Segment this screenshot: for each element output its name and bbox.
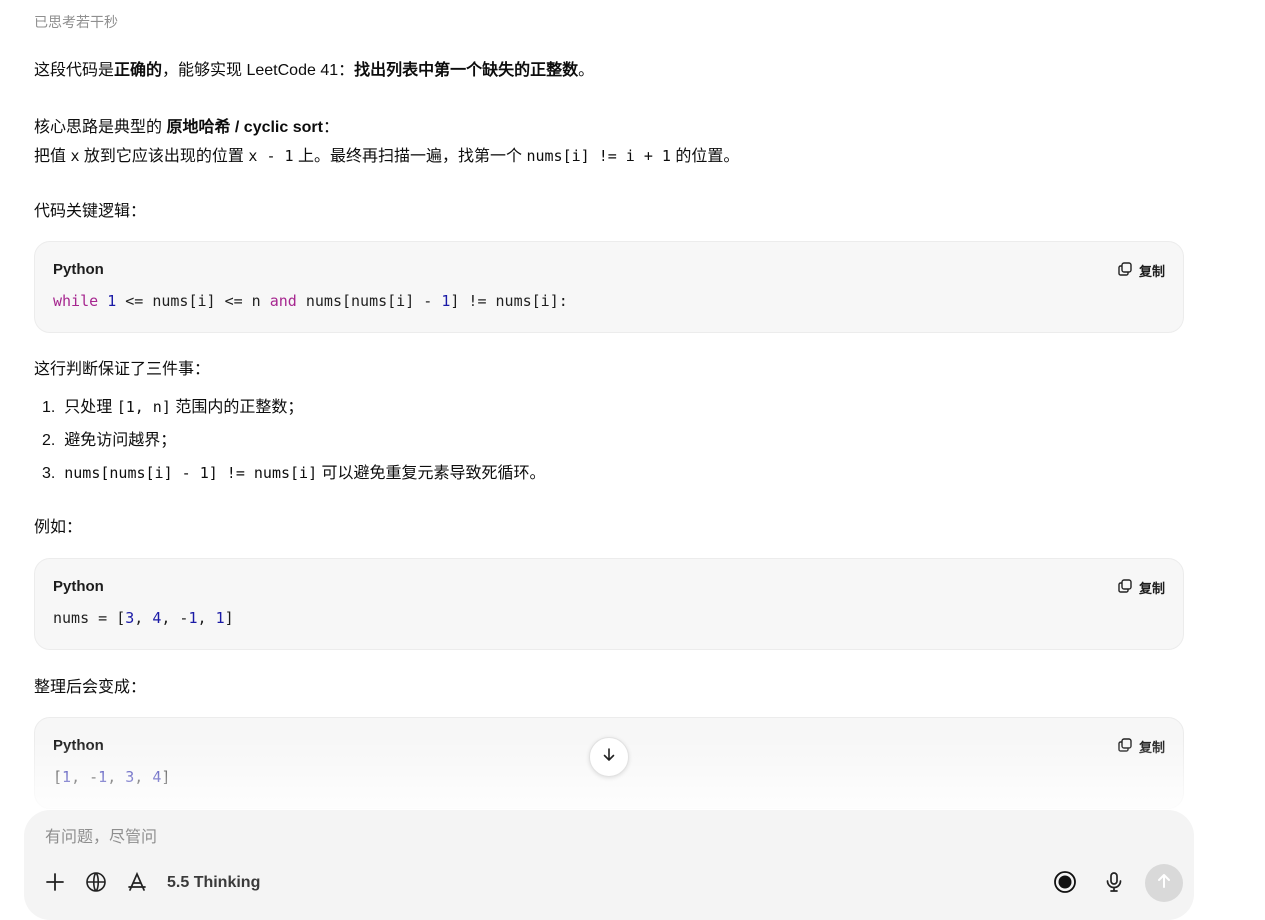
copy-button[interactable]: 复制 <box>1117 578 1165 597</box>
code-line: [1, -1, 3, 4] <box>53 768 170 786</box>
three-things-list: 1. 只处理 [1, n] 范围内的正整数； 2. 避免访问越界； 3. nums[… <box>42 391 546 490</box>
list-item: 3. nums[nums[i] - 1] != nums[i] 可以避免重复元素… <box>42 457 546 490</box>
list-text: 范围内的正整数； <box>170 399 304 416</box>
code-token: , <box>134 768 153 786</box>
inline-code: nums[i] != i + 1 <box>526 147 671 165</box>
text: 放到它应该出现的位置 <box>79 148 249 165</box>
code-token: , <box>197 609 216 627</box>
arrow-down-icon <box>601 747 617 768</box>
model-selector[interactable]: 5.5 Thinking <box>167 874 260 892</box>
web-search-button[interactable] <box>82 870 110 898</box>
code-block-1: Python 复制 while 1 <= nums[i] <= n and nu… <box>34 241 1184 333</box>
prompt-input[interactable] <box>43 828 947 848</box>
copy-icon <box>1117 261 1133 280</box>
list-number: 3. <box>42 465 65 482</box>
code-block-2: Python 复制 nums = [3, 4, -1, 1] <box>34 558 1184 650</box>
inline-code: [1, n] <box>116 398 171 416</box>
core-idea-line1: 核心思路是典型的 原地哈希 / cyclic sort： <box>34 114 339 142</box>
core-idea-colon: ： <box>322 119 339 136</box>
code-token: 1 <box>188 609 198 627</box>
plus-icon <box>44 871 66 898</box>
voice-mode-button[interactable] <box>1051 870 1079 898</box>
code-token: 3 <box>125 768 135 786</box>
list-number: 1. <box>42 399 65 416</box>
text: 的位置。 <box>670 148 740 165</box>
code-token: 1 <box>98 768 108 786</box>
text: 上。最终再扫描一遍，找第一个 <box>293 148 527 165</box>
inline-code: nums[nums[i] - 1] != nums[i] <box>64 464 318 482</box>
copy-label: 复制 <box>1138 264 1165 279</box>
code-token: nums = [ <box>53 609 126 627</box>
dictation-button[interactable] <box>1100 870 1128 898</box>
send-arrow-icon <box>1155 872 1173 895</box>
copy-button[interactable]: 复制 <box>1117 737 1165 756</box>
list-text: 避免访问越界； <box>64 432 177 449</box>
mic-icon <box>1103 871 1125 898</box>
inline-code: x - 1 <box>248 147 294 165</box>
intro-bold: 正确的 <box>114 62 163 79</box>
intro-text: 这段代码是 <box>34 62 115 79</box>
code-token: and <box>269 292 297 310</box>
copy-icon <box>1117 737 1133 756</box>
list-item: 1. 只处理 [1, n] 范围内的正整数； <box>42 391 546 424</box>
key-logic-heading: 代码关键逻辑： <box>34 203 147 220</box>
copy-label: 复制 <box>1138 740 1165 755</box>
copy-button[interactable]: 复制 <box>1117 261 1165 280</box>
intro-end: 。 <box>578 62 595 79</box>
code-token: 3 <box>125 609 135 627</box>
code-token: <= nums[i] <= n <box>116 292 270 310</box>
answer-intro: 这段代码是正确的，能够实现 LeetCode 41：找出列表中第一个缺失的正整数… <box>34 57 594 85</box>
code-token: while <box>53 292 99 310</box>
tools-button[interactable] <box>123 870 151 898</box>
code-token: nums[nums[i] - <box>296 292 442 310</box>
voice-mode-icon <box>1053 870 1077 899</box>
core-idea-bold: 原地哈希 / cyclic sort <box>166 119 323 136</box>
text: 把值 <box>34 148 71 165</box>
code-token: , <box>107 768 126 786</box>
code-token: [ <box>53 768 63 786</box>
add-attachment-button[interactable] <box>41 870 69 898</box>
list-item: 2. 避免访问越界； <box>42 424 546 457</box>
tools-icon <box>126 871 148 898</box>
scroll-to-bottom-button[interactable] <box>589 737 629 777</box>
copy-icon <box>1117 578 1133 597</box>
list-text: 只处理 <box>64 399 117 416</box>
code-line: nums = [3, 4, -1, 1] <box>53 609 234 627</box>
code-token: 1 <box>62 768 72 786</box>
three-things-heading: 这行判断保证了三件事： <box>34 361 211 378</box>
composer: 5.5 Thinking <box>24 810 1194 920</box>
core-idea-line2: 把值 x 放到它应该出现的位置 x - 1 上。最终再扫描一遍，找第一个 num… <box>34 142 739 171</box>
code-token: 1 <box>107 292 117 310</box>
list-text: 可以避免重复元素导致死循环。 <box>317 465 546 482</box>
example-heading: 例如： <box>34 519 83 536</box>
intro-bold-2: 找出列表中第一个缺失的正整数 <box>354 62 579 79</box>
code-token: ] != nums[i]: <box>450 292 568 310</box>
send-button[interactable] <box>1145 864 1183 902</box>
code-token: 1 <box>215 609 225 627</box>
code-token: ] <box>224 609 234 627</box>
code-token: , - <box>71 768 99 786</box>
code-token: , <box>134 609 153 627</box>
code-line: while 1 <= nums[i] <= n and nums[nums[i]… <box>53 292 568 310</box>
intro-text-2: ，能够实现 LeetCode 41： <box>162 62 355 79</box>
list-number: 2. <box>42 432 65 449</box>
code-language: Python <box>53 578 104 595</box>
thinking-label[interactable]: 已思考若干秒 <box>34 12 118 32</box>
code-language: Python <box>53 261 104 278</box>
code-token: , - <box>161 609 189 627</box>
after-sort-heading: 整理后会变成： <box>34 679 147 696</box>
core-idea-text: 核心思路是典型的 <box>34 119 167 136</box>
code-token: ] <box>161 768 171 786</box>
code-language: Python <box>53 737 104 754</box>
copy-label: 复制 <box>1138 581 1165 596</box>
globe-icon <box>85 871 107 898</box>
